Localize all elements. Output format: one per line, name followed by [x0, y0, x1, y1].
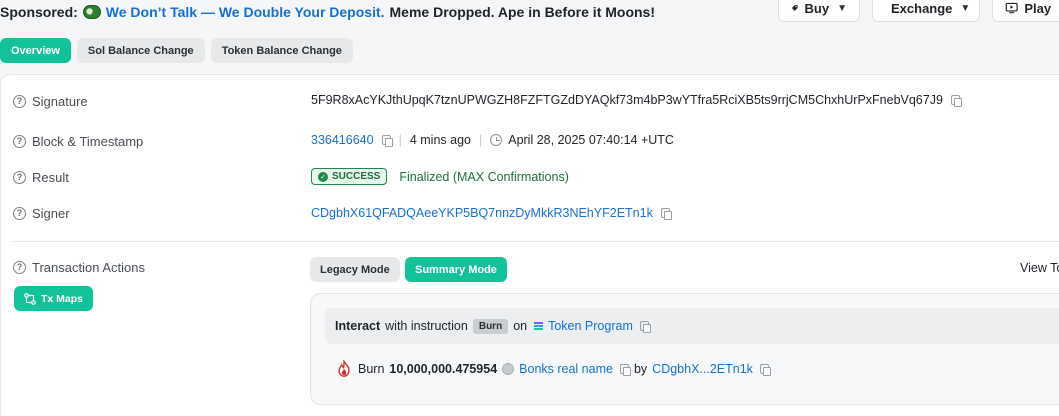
help-icon[interactable]: ?	[13, 134, 26, 148]
signature-label: Signature	[32, 93, 88, 109]
transaction-details-card: ? Signature 5F9R8xAcYKJthUpqK7tznUPWGZH8…	[0, 74, 1059, 416]
on-text: on	[513, 319, 528, 333]
block-number-link[interactable]: 336416640	[311, 133, 374, 147]
play-button[interactable]: Play ▼	[992, 0, 1059, 22]
timestamp-value: April 28, 2025 07:40:14 +UTC	[508, 133, 674, 147]
copy-icon[interactable]	[639, 321, 651, 333]
copy-icon[interactable]	[381, 135, 393, 147]
signer-label: Signer	[32, 205, 70, 221]
signature-row: ? Signature	[13, 91, 313, 111]
finalized-status: Finalized (MAX Confirmations)	[399, 169, 569, 184]
by-text: by	[633, 362, 648, 376]
sponsor-logo-icon	[82, 5, 101, 19]
chevron-down-icon: ▼	[837, 2, 847, 14]
help-icon[interactable]: ?	[13, 206, 26, 220]
buy-button[interactable]: Buy ▼	[778, 0, 860, 22]
help-icon[interactable]: ?	[13, 94, 26, 108]
signer-row: ? Signer	[13, 203, 313, 223]
tab-sol-balance-change[interactable]: Sol Balance Change	[76, 38, 205, 63]
copy-icon[interactable]	[759, 364, 771, 376]
status-badge: ✓ SUCCESS	[311, 168, 388, 185]
signature-value: 5F9R8xAcYKJthUpqK7tznUPWGZH8FZFTGZdDYAQk…	[311, 93, 943, 107]
with-instruction-text: with instruction	[385, 319, 468, 333]
map-flow-icon	[24, 292, 36, 305]
fire-icon	[338, 360, 350, 377]
result-row: ? Result	[13, 167, 313, 187]
burn-amount: 10,000,000.475954	[389, 362, 498, 376]
check-icon: ✓	[318, 171, 328, 182]
instruction-header: Interact with instruction Burn on Token …	[325, 308, 1059, 344]
play-icon	[1005, 2, 1018, 14]
time-ago: 4 mins ago	[409, 133, 471, 147]
legacy-mode-button[interactable]: Legacy Mode	[310, 257, 400, 282]
play-button-label: Play	[1024, 0, 1052, 16]
transaction-actions-label: Transaction Actions	[32, 259, 145, 275]
signature-value-group: 5F9R8xAcYKJthUpqK7tznUPWGZH8FZFTGZdDYAQk…	[311, 93, 962, 107]
burn-summary-line: Burn 10,000,000.475954 Bonks real name b…	[335, 360, 771, 378]
instruction-tag: Burn	[472, 318, 509, 334]
signer-value-group: CDgbhX61QFADQAeeYKP5BQ7nnzDyMkkR3NEhYF2E…	[311, 206, 672, 220]
tx-maps-button[interactable]: Tx Maps	[14, 286, 94, 311]
sponsored-text: Meme Dropped. Ape in Before it Moons!	[389, 4, 656, 20]
separator: |	[398, 133, 402, 147]
tx-maps-label: Tx Maps	[41, 292, 84, 305]
block-timestamp-value-group: 336416640 | 4 mins ago | April 28, 2025 …	[311, 133, 674, 147]
block-timestamp-label: Block & Timestamp	[32, 133, 144, 149]
burn-verb: Burn	[358, 362, 385, 376]
sponsored-link[interactable]: We Don’t Talk — We Double Your Deposit.	[106, 4, 385, 20]
separator: |	[478, 133, 483, 147]
block-timestamp-row: ? Block & Timestamp	[13, 131, 313, 151]
sponsored-label: Sponsored:	[0, 4, 78, 20]
action-summary-box: Interact with instruction Burn on Token …	[310, 293, 1059, 405]
copy-icon[interactable]	[619, 364, 631, 376]
copy-icon[interactable]	[660, 208, 672, 220]
exchange-button[interactable]: Exchange ▼	[872, 0, 980, 22]
exchange-button-label: Exchange	[891, 0, 953, 16]
sponsored-banner[interactable]: Sponsored: We Don’t Talk — We Double You…	[0, 4, 655, 20]
burner-account-link[interactable]: CDgbhX...2ETn1k	[652, 362, 753, 376]
tag-icon	[791, 5, 798, 11]
token-icon	[502, 363, 515, 375]
result-value-group: ✓ SUCCESS Finalized (MAX Confirmations)	[311, 168, 569, 185]
buy-button-label: Buy	[804, 0, 830, 16]
section-divider	[13, 241, 1059, 242]
transaction-actions-row: ? Transaction Actions	[13, 257, 313, 277]
clock-icon	[490, 134, 503, 146]
tab-overview[interactable]: Overview	[0, 38, 71, 63]
detail-tabs: Overview Sol Balance Change Token Balanc…	[0, 38, 353, 63]
help-icon[interactable]: ?	[13, 170, 26, 184]
result-label: Result	[32, 169, 69, 185]
view-to-link[interactable]: View To	[1020, 261, 1059, 275]
token-link[interactable]: Bonks real name	[519, 362, 613, 376]
interact-label: Interact	[335, 319, 381, 333]
solana-icon	[534, 322, 544, 330]
tab-token-balance-change[interactable]: Token Balance Change	[210, 38, 353, 63]
help-icon[interactable]: ?	[13, 260, 26, 274]
summary-mode-button[interactable]: Summary Mode	[405, 257, 507, 282]
chevron-down-icon: ▼	[960, 2, 971, 14]
program-link[interactable]: Token Program	[548, 319, 633, 333]
copy-icon[interactable]	[950, 95, 962, 107]
status-badge-label: SUCCESS	[332, 171, 381, 182]
signer-address-link[interactable]: CDgbhX61QFADQAeeYKP5BQ7nnzDyMkkR3NEhYF2E…	[311, 206, 653, 220]
